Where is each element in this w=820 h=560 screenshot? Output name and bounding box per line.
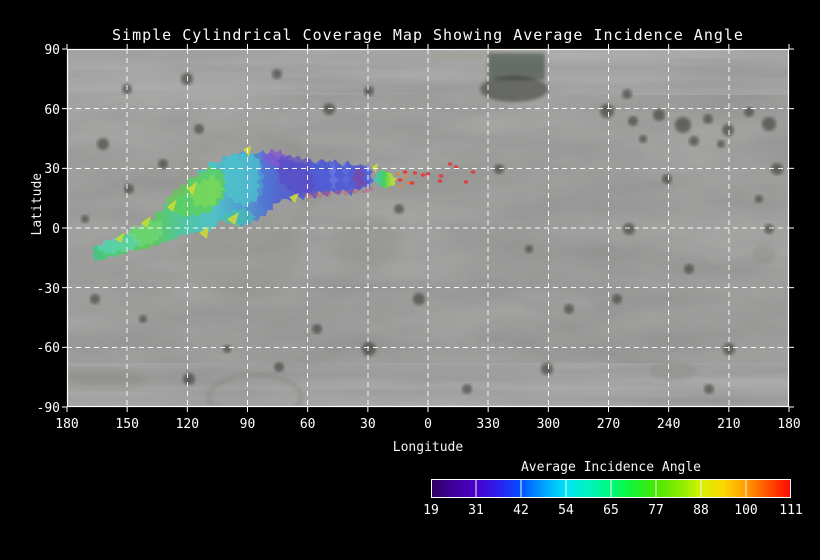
colorbar-tick-label: 77 bbox=[648, 503, 664, 518]
x-axis-tick-labels: 180 150 120 90 60 30 0 330 300 270 240 210 180 bbox=[55, 417, 800, 433]
colorbar-tick-label: 31 bbox=[468, 503, 484, 518]
x-tick-label: 60 bbox=[299, 417, 316, 432]
x-tick-label: 210 bbox=[717, 417, 741, 432]
colorbar-tick-label: 100 bbox=[734, 503, 758, 518]
x-tick-label: 180 bbox=[55, 417, 79, 432]
x-tick-label: 180 bbox=[777, 417, 801, 432]
colorbar-tick-label: 88 bbox=[693, 503, 709, 518]
colorbar-tick-label: 111 bbox=[779, 503, 803, 518]
plot-canvas: Simple Cylindrical Coverage Map Showing … bbox=[0, 0, 820, 560]
colorbar bbox=[431, 479, 791, 498]
y-tick-label: -60 bbox=[36, 341, 60, 357]
x-tick-label: 270 bbox=[596, 417, 621, 432]
x-tick-label: 90 bbox=[239, 417, 256, 432]
plot-title: Simple Cylindrical Coverage Map Showing … bbox=[112, 26, 744, 44]
colorbar-tick-labels: 19 31 42 54 65 77 88 100 111 bbox=[423, 503, 803, 519]
x-tick-label: 120 bbox=[175, 417, 200, 432]
y-tick-label: -30 bbox=[36, 281, 60, 297]
colorbar-tick-label: 42 bbox=[513, 503, 529, 518]
colorbar-tick-label: 65 bbox=[603, 503, 619, 518]
colorbar-tick-label: 19 bbox=[423, 503, 439, 518]
x-tick-label: 330 bbox=[476, 417, 500, 432]
x-tick-label: 150 bbox=[115, 417, 139, 432]
colorbar-tick-label: 54 bbox=[558, 503, 574, 518]
x-axis-label: Longitude bbox=[392, 440, 464, 455]
y-tick-label: 60 bbox=[44, 102, 60, 118]
x-tick-label: 240 bbox=[656, 417, 681, 432]
x-tick-label: 0 bbox=[424, 417, 432, 432]
x-tick-label: 300 bbox=[536, 417, 561, 432]
colorbar-title: Average Incidence Angle bbox=[520, 460, 701, 475]
map-image bbox=[62, 44, 794, 412]
y-axis-label: Latitude bbox=[29, 172, 45, 236]
y-tick-label: 90 bbox=[44, 43, 60, 58]
y-tick-label: -90 bbox=[36, 401, 60, 416]
x-tick-label: 30 bbox=[360, 417, 376, 432]
